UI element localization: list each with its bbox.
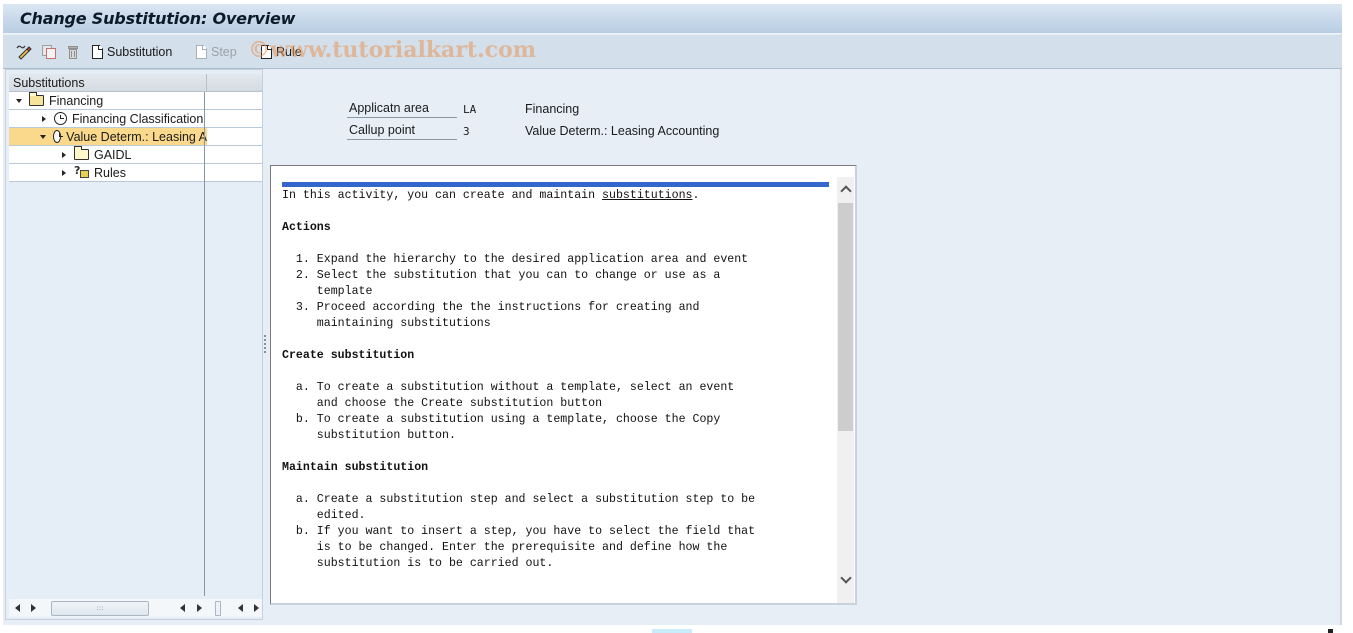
delete-button[interactable] xyxy=(65,43,81,61)
substitutions-link[interactable]: substitutions xyxy=(602,189,692,202)
tree-horizontal-scrollbar[interactable]: ::: xyxy=(9,599,262,617)
display-change-button[interactable] xyxy=(16,43,32,61)
edit-pencil-icon xyxy=(16,44,32,60)
scroll-thumb-2[interactable] xyxy=(215,601,221,616)
doc-header-bar xyxy=(282,182,829,187)
section-list-item-line: 2. Select the substitution that you can … xyxy=(282,269,721,282)
section-list-item-line: a. To create a substitution without a te… xyxy=(282,381,735,394)
arrow-right-icon xyxy=(30,604,36,612)
clock-icon xyxy=(53,130,64,143)
section-list-item-line: substitution is to be carried out. xyxy=(282,557,554,570)
column-divider xyxy=(204,92,205,596)
copy-button[interactable] xyxy=(41,43,57,61)
application-area-description: Financing xyxy=(525,102,580,116)
tree-node-label: Rules xyxy=(94,165,126,180)
scroll-thumb[interactable] xyxy=(838,203,853,431)
section-heading: Create substitution xyxy=(282,349,415,362)
section-list-item-line: 3. Proceed according the the instruction… xyxy=(282,301,700,314)
application-toolbar: Substitution Step Rule xyxy=(3,35,1342,69)
tree-node-financing-classification[interactable]: Financing Classification xyxy=(9,110,262,128)
application-area-label: Applicatn area xyxy=(347,101,457,118)
title-bar: Change Substitution: Overview xyxy=(3,4,1342,34)
section-heading: Maintain substitution xyxy=(282,461,429,474)
intro-end: . xyxy=(692,189,700,202)
expand-arrow-icon[interactable] xyxy=(16,98,22,103)
section-list-item-line: b. To create a substitution using a temp… xyxy=(282,413,721,426)
folder-open-icon xyxy=(29,92,44,106)
collapse-arrow-icon[interactable] xyxy=(62,169,66,176)
rules-icon: ? xyxy=(74,164,90,179)
callup-point-description: Value Determ.: Leasing Accounting xyxy=(525,124,720,138)
tree-node-label: Financing xyxy=(49,93,104,108)
copy-icon xyxy=(41,44,57,60)
tree-node-value-determ[interactable]: Value Determ.: Leasing A xyxy=(9,128,262,146)
scroll-down-button[interactable] xyxy=(837,570,854,590)
new-step-button[interactable]: Step xyxy=(196,43,237,61)
documentation-text: In this activity, you can create and mai… xyxy=(282,188,837,572)
collapse-arrow-icon[interactable] xyxy=(42,115,46,122)
arrow-right-icon xyxy=(253,604,259,612)
scroll-left-button-3[interactable] xyxy=(234,601,246,615)
intro-text: In this activity, you can create and mai… xyxy=(282,189,603,202)
new-step-label: Step xyxy=(211,45,237,59)
new-rule-label: Rule xyxy=(276,45,302,59)
new-document-icon xyxy=(92,45,103,59)
section-list-item-line: a. Create a substitution step and select… xyxy=(282,493,756,506)
tree-body: Financing Financing Classification Value… xyxy=(9,92,262,596)
arrow-left-icon xyxy=(179,604,185,612)
section-list-item-line: template xyxy=(282,285,373,298)
tree-node-financing[interactable]: Financing xyxy=(9,92,262,110)
scroll-right-button-3[interactable] xyxy=(250,601,262,615)
chevron-up-icon xyxy=(839,185,852,197)
resize-corner xyxy=(1328,629,1333,633)
status-indicator xyxy=(652,629,692,633)
splitter-grip-icon[interactable] xyxy=(264,335,266,355)
tree-node-gaidl[interactable]: GAIDL xyxy=(9,146,262,164)
section-list-item-line: 1. Expand the hierarchy to the desired a… xyxy=(282,253,749,266)
section-list-item-line: and choose the Create substitution butto… xyxy=(282,397,603,410)
section-list-item-line: maintaining substitutions xyxy=(282,317,491,330)
callup-point-value: 3 xyxy=(463,125,470,138)
tree-node-label: GAIDL xyxy=(94,147,132,162)
doc-vertical-scrollbar[interactable] xyxy=(837,177,854,603)
arrow-right-icon xyxy=(196,604,202,612)
tree-node-label: Value Determ.: Leasing A xyxy=(66,129,207,144)
new-document-icon xyxy=(261,45,272,59)
tree-node-rules[interactable]: ? Rules xyxy=(9,164,262,182)
tree-header: Substitutions xyxy=(9,74,262,92)
tree-node-label: Financing Classification xyxy=(72,111,204,126)
section-list-item-line: edited. xyxy=(282,509,366,522)
application-area-value: LA xyxy=(463,103,477,116)
section-list-item-line: b. If you want to insert a step, you hav… xyxy=(282,525,756,538)
section-list-item-line: substitution button. xyxy=(282,429,456,442)
section-list-item-line: is to be changed. Enter the prerequisite… xyxy=(282,541,728,554)
scroll-up-button[interactable] xyxy=(837,179,854,199)
substitutions-tree: Substitutions Financing Financing Classi… xyxy=(5,69,263,620)
delete-trash-icon xyxy=(65,44,81,60)
expand-arrow-icon[interactable] xyxy=(40,134,46,139)
callup-point-label: Callup point xyxy=(347,123,457,140)
scroll-right-button-2[interactable] xyxy=(193,601,205,615)
scroll-left-button-2[interactable] xyxy=(176,601,188,615)
tree-column-header[interactable]: Substitutions xyxy=(9,74,207,92)
new-substitution-button[interactable]: Substitution xyxy=(92,43,172,61)
arrow-left-icon xyxy=(237,604,243,612)
chevron-down-icon xyxy=(839,572,852,584)
folder-icon xyxy=(74,146,89,160)
scroll-thumb[interactable]: ::: xyxy=(51,601,149,616)
collapse-arrow-icon[interactable] xyxy=(62,151,66,158)
scroll-right-button[interactable] xyxy=(27,601,39,615)
section-heading: Actions xyxy=(282,221,331,234)
new-rule-button[interactable]: Rule xyxy=(261,43,302,61)
page-title: Change Substitution: Overview xyxy=(20,9,296,28)
scroll-left-button[interactable] xyxy=(11,601,23,615)
arrow-left-icon xyxy=(14,604,20,612)
documentation-panel: In this activity, you can create and mai… xyxy=(270,165,857,605)
new-document-icon xyxy=(196,45,207,59)
new-substitution-label: Substitution xyxy=(107,45,173,59)
clock-icon xyxy=(54,112,67,125)
